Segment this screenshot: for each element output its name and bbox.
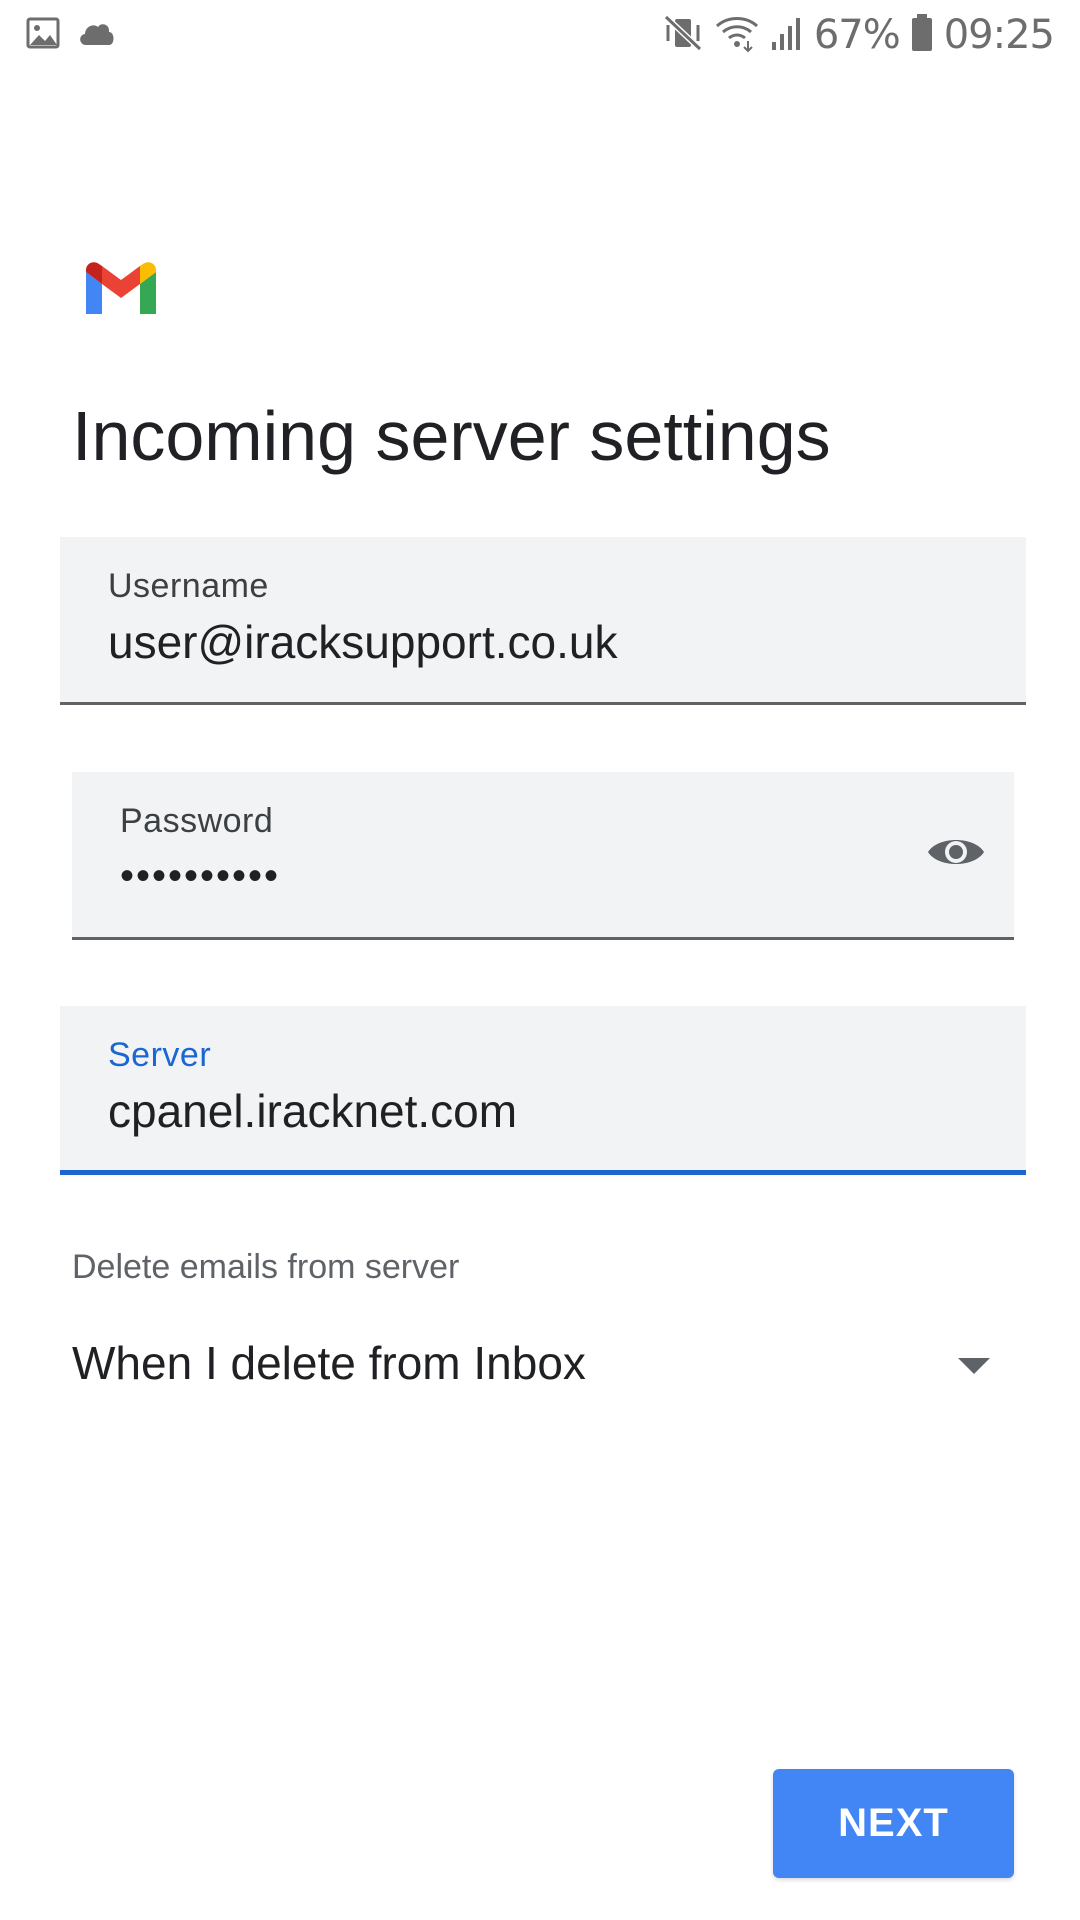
- delete-emails-selected: When I delete from Inbox: [72, 1337, 586, 1389]
- gmail-logo: [86, 262, 156, 318]
- password-field[interactable]: Password ••••••••••: [72, 772, 1014, 940]
- status-bar: 67% 09:25: [0, 0, 1080, 72]
- username-field[interactable]: Username user@iracksupport.co.uk: [60, 537, 1026, 705]
- status-bar-left: [26, 16, 116, 55]
- cloud-icon: [76, 19, 116, 52]
- username-value[interactable]: user@iracksupport.co.uk: [108, 615, 617, 669]
- clock: 09:25: [943, 12, 1055, 58]
- server-value[interactable]: cpanel.iracknet.com: [108, 1084, 517, 1138]
- battery-icon: [910, 13, 934, 58]
- delete-emails-label: Delete emails from server: [72, 1248, 460, 1286]
- dropdown-arrow-icon[interactable]: [958, 1358, 990, 1374]
- server-field[interactable]: Server cpanel.iracknet.com: [60, 1006, 1026, 1175]
- password-label: Password: [120, 802, 274, 840]
- signal-icon: [770, 14, 804, 57]
- wifi-icon: [714, 13, 760, 58]
- username-label: Username: [108, 567, 269, 605]
- eye-icon[interactable]: [920, 822, 992, 882]
- page-title: Incoming server settings: [72, 397, 831, 475]
- battery-percent: 67%: [813, 12, 901, 58]
- image-icon: [26, 16, 60, 55]
- next-button[interactable]: NEXT: [773, 1769, 1014, 1878]
- delete-emails-dropdown[interactable]: When I delete from Inbox: [72, 1320, 1014, 1410]
- status-bar-right: 67% 09:25: [662, 12, 1055, 58]
- vibrate-mute-icon: [662, 13, 704, 58]
- server-label: Server: [108, 1036, 212, 1074]
- password-value[interactable]: ••••••••••: [120, 854, 280, 899]
